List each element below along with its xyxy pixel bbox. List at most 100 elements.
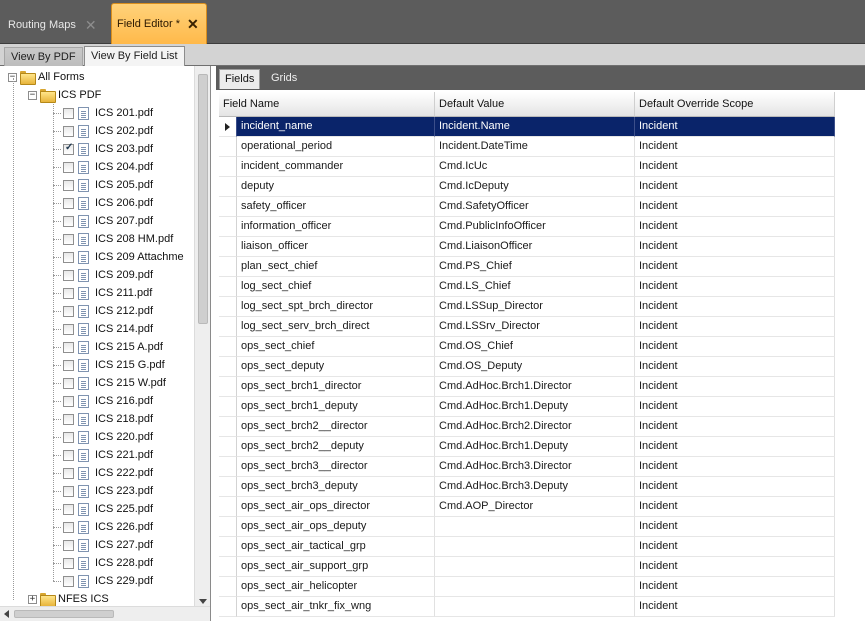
- pdf-checkbox[interactable]: [63, 161, 74, 173]
- tree-item-pdf[interactable]: ICS 229.pdf: [53, 572, 153, 590]
- grid-row[interactable]: log_sect_serv_brch_direct Cmd.LSSrv_Direc…: [219, 317, 865, 337]
- tree-item-pdf[interactable]: ICS 201.pdf: [53, 104, 153, 122]
- override-scope-cell[interactable]: Incident: [635, 577, 835, 597]
- pdf-checkbox[interactable]: [63, 215, 74, 227]
- row-selector[interactable]: [219, 497, 237, 517]
- grid-row[interactable]: ops_sect_brch2__deputy Cmd.AdHoc.Brch1.De…: [219, 437, 865, 457]
- default-value-cell[interactable]: [435, 537, 635, 557]
- tab-view-by-pdf[interactable]: View By PDF: [4, 47, 83, 66]
- default-value-cell[interactable]: Cmd.AdHoc.Brch1.Director: [435, 377, 635, 397]
- field-name-cell[interactable]: log_sect_spt_brch_director: [237, 297, 435, 317]
- column-header-field-name[interactable]: Field Name: [219, 92, 435, 117]
- default-value-cell[interactable]: Cmd.LiaisonOfficer: [435, 237, 635, 257]
- field-name-cell[interactable]: ops_sect_brch1_deputy: [237, 397, 435, 417]
- row-selector[interactable]: [219, 437, 237, 457]
- override-scope-cell[interactable]: Incident: [635, 337, 835, 357]
- default-value-cell[interactable]: Incident.Name: [435, 117, 635, 137]
- tree-item-pdf[interactable]: ICS 214.pdf: [53, 320, 153, 338]
- field-name-cell[interactable]: liaison_officer: [237, 237, 435, 257]
- default-value-cell[interactable]: Cmd.LSSup_Director: [435, 297, 635, 317]
- default-value-cell[interactable]: [435, 557, 635, 577]
- row-selector[interactable]: [219, 597, 237, 617]
- default-value-cell[interactable]: [435, 597, 635, 617]
- tab-grids[interactable]: Grids: [266, 69, 302, 89]
- scrollbar-thumb[interactable]: [14, 610, 114, 618]
- grid-row[interactable]: safety_officer Cmd.SafetyOfficer Incident: [219, 197, 865, 217]
- default-value-cell[interactable]: Cmd.LS_Chief: [435, 277, 635, 297]
- default-value-cell[interactable]: Cmd.LSSrv_Director: [435, 317, 635, 337]
- override-scope-cell[interactable]: Incident: [635, 517, 835, 537]
- override-scope-cell[interactable]: Incident: [635, 457, 835, 477]
- row-selector[interactable]: [219, 257, 237, 277]
- grid-row[interactable]: operational_period Incident.DateTime Incid…: [219, 137, 865, 157]
- pdf-checkbox[interactable]: [63, 521, 74, 533]
- row-selector[interactable]: [219, 357, 237, 377]
- row-selector[interactable]: [219, 177, 237, 197]
- grid-row[interactable]: ops_sect_brch3__director Cmd.AdHoc.Brch3.…: [219, 457, 865, 477]
- default-value-cell[interactable]: Cmd.AdHoc.Brch3.Deputy: [435, 477, 635, 497]
- tree-item-pdf[interactable]: ICS 205.pdf: [53, 176, 153, 194]
- row-selector[interactable]: [219, 137, 237, 157]
- default-value-cell[interactable]: Cmd.IcDeputy: [435, 177, 635, 197]
- override-scope-cell[interactable]: Incident: [635, 397, 835, 417]
- pdf-checkbox[interactable]: [63, 142, 74, 155]
- grid-row[interactable]: ops_sect_air_tactical_grp Incident: [219, 537, 865, 557]
- tree-item-pdf[interactable]: ICS 211.pdf: [53, 284, 152, 302]
- tree-item-pdf[interactable]: ICS 209.pdf: [53, 266, 153, 284]
- scroll-left-arrow-icon[interactable]: [4, 610, 9, 618]
- pdf-checkbox[interactable]: [63, 251, 74, 263]
- pdf-checkbox[interactable]: [63, 503, 74, 515]
- row-selector[interactable]: [219, 577, 237, 597]
- pdf-checkbox[interactable]: [63, 557, 74, 569]
- tree-vertical-scrollbar[interactable]: [194, 66, 210, 606]
- tree-item-pdf[interactable]: ICS 228.pdf: [53, 554, 153, 572]
- override-scope-cell[interactable]: Incident: [635, 477, 835, 497]
- grid-row[interactable]: ops_sect_brch1_director Cmd.AdHoc.Brch1.D…: [219, 377, 865, 397]
- pdf-checkbox[interactable]: [63, 305, 74, 317]
- default-value-cell[interactable]: Cmd.PS_Chief: [435, 257, 635, 277]
- pdf-checkbox[interactable]: [63, 449, 74, 461]
- field-name-cell[interactable]: ops_sect_air_ops_director: [237, 497, 435, 517]
- row-selector[interactable]: [219, 277, 237, 297]
- pdf-checkbox[interactable]: [63, 395, 74, 407]
- pdf-checkbox[interactable]: [63, 179, 74, 191]
- row-selector[interactable]: [219, 377, 237, 397]
- tree-ics-pdf-expander-icon[interactable]: −: [28, 90, 37, 100]
- tab-routing-maps[interactable]: Routing Maps ✕: [0, 5, 111, 44]
- close-icon[interactable]: ✕: [85, 18, 97, 32]
- default-value-cell[interactable]: [435, 517, 635, 537]
- row-selector[interactable]: [219, 417, 237, 437]
- tree-item-pdf[interactable]: ICS 202.pdf: [53, 122, 153, 140]
- override-scope-cell[interactable]: Incident: [635, 597, 835, 617]
- grid-row[interactable]: log_sect_chief Cmd.LS_Chief Incident: [219, 277, 865, 297]
- column-header-default-override-scope[interactable]: Default Override Scope: [635, 92, 835, 117]
- tree-item-pdf[interactable]: ICS 215 W.pdf: [53, 374, 166, 392]
- row-selector[interactable]: [219, 517, 237, 537]
- scrollbar-thumb[interactable]: [198, 74, 208, 324]
- row-selector[interactable]: [219, 217, 237, 237]
- tree-item-pdf[interactable]: ICS 212.pdf: [53, 302, 153, 320]
- row-selector[interactable]: [219, 197, 237, 217]
- default-value-cell[interactable]: Cmd.OS_Deputy: [435, 357, 635, 377]
- default-value-cell[interactable]: Cmd.AdHoc.Brch1.Deputy: [435, 397, 635, 417]
- grid-row[interactable]: ops_sect_brch1_deputy Cmd.AdHoc.Brch1.Dep…: [219, 397, 865, 417]
- grid-row[interactable]: deputy Cmd.IcDeputy Incident: [219, 177, 865, 197]
- override-scope-cell[interactable]: Incident: [635, 497, 835, 517]
- tree-horizontal-scrollbar[interactable]: [0, 606, 210, 621]
- override-scope-cell[interactable]: Incident: [635, 157, 835, 177]
- grid-row[interactable]: ops_sect_deputy Cmd.OS_Deputy Incident: [219, 357, 865, 377]
- field-name-cell[interactable]: safety_officer: [237, 197, 435, 217]
- tree-item-pdf[interactable]: ICS 216.pdf: [53, 392, 153, 410]
- override-scope-cell[interactable]: Incident: [635, 297, 835, 317]
- override-scope-cell[interactable]: Incident: [635, 217, 835, 237]
- pdf-checkbox[interactable]: [63, 197, 74, 209]
- field-name-cell[interactable]: ops_sect_brch2__director: [237, 417, 435, 437]
- override-scope-cell[interactable]: Incident: [635, 117, 835, 137]
- pdf-checkbox[interactable]: [63, 269, 74, 281]
- row-selector[interactable]: [219, 157, 237, 177]
- tree-item-pdf[interactable]: ICS 207.pdf: [53, 212, 153, 230]
- pdf-checkbox[interactable]: [63, 539, 74, 551]
- default-value-cell[interactable]: Incident.DateTime: [435, 137, 635, 157]
- override-scope-cell[interactable]: Incident: [635, 537, 835, 557]
- field-name-cell[interactable]: ops_sect_brch3__director: [237, 457, 435, 477]
